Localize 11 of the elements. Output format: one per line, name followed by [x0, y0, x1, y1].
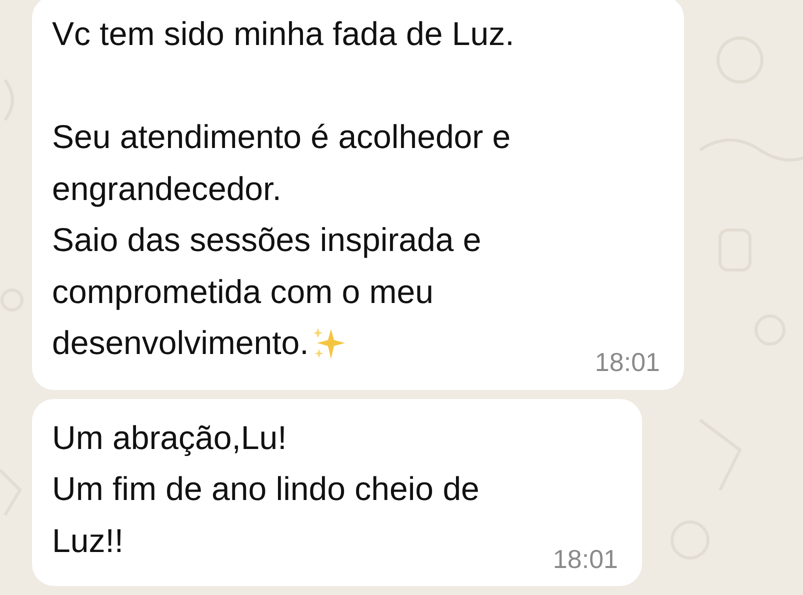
message-line: Um abração,Lu! [52, 418, 287, 458]
message-line: Vc tem sido minha fada de Luz. [52, 14, 514, 54]
message-line: engrandecedor. [52, 168, 282, 209]
message-line: desenvolvimento. [52, 323, 309, 363]
message-line: comprometida com o meu [52, 272, 434, 312]
message-time: 18:01 [594, 348, 660, 374]
message-line: Saio das sessões inspirada e [52, 220, 482, 260]
message-time: 18:01 [552, 546, 618, 572]
message-line: Um fim de ano lindo cheio de [52, 469, 480, 509]
message-line: Luz!! [52, 520, 124, 560]
message-line: Seu atendimento é acolhedor e [52, 117, 511, 157]
